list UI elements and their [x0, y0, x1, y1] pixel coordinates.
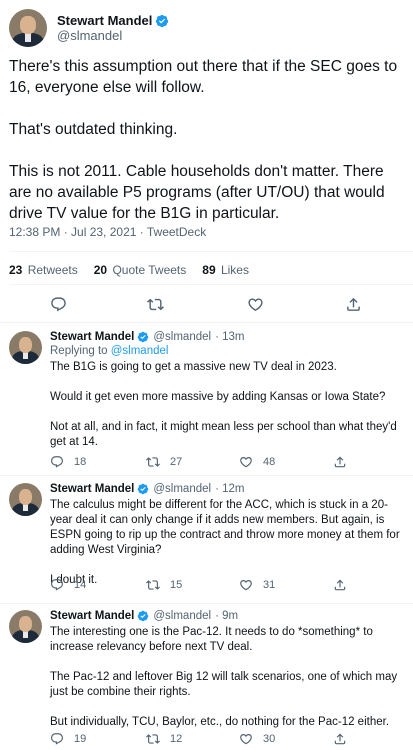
retweet-icon	[146, 580, 160, 590]
reply-count: 14	[74, 579, 87, 591]
tweet-age[interactable]: · 12m	[215, 483, 244, 495]
divider	[0, 322, 413, 323]
share-button[interactable]	[333, 578, 347, 592]
share-icon	[334, 733, 346, 745]
reply-count: 18	[74, 456, 87, 468]
replying-to: Replying to @slmandel	[50, 345, 169, 357]
tweet-paragraph: The calculus might be different for the …	[50, 499, 400, 556]
retweet-icon	[147, 298, 164, 311]
like-count: 48	[263, 456, 276, 468]
like-button[interactable]: 48	[239, 455, 275, 469]
divider	[9, 251, 413, 252]
tweet-paragraph: This is not 2011. Cable households don't…	[9, 163, 385, 222]
tweet-paragraph: The B1G is going to get a massive new TV…	[50, 361, 337, 373]
retweet-button[interactable]	[147, 296, 164, 313]
tweet-paragraph: That's outdated thinking.	[9, 121, 178, 138]
avatar[interactable]	[9, 331, 42, 364]
share-icon	[334, 456, 346, 468]
verified-badge-icon	[138, 610, 149, 622]
author-handle[interactable]: @slmandel	[153, 483, 211, 495]
author-name[interactable]: Stewart Mandel	[57, 13, 152, 28]
quote-tweets-stat[interactable]: 20 Quote Tweets	[94, 263, 187, 277]
reply-tweet[interactable]: Stewart Mandel @slmandel · 12m The calcu…	[0, 483, 413, 598]
tweet-stats: 23 Retweets 20 Quote Tweets 89 Likes	[9, 263, 265, 277]
tweet-age[interactable]: · 9m	[215, 610, 238, 622]
avatar[interactable]	[9, 9, 47, 47]
tweet-paragraph: The Pac-12 and leftover Big 12 will talk…	[50, 671, 398, 698]
author-handle[interactable]: @slmandel	[57, 28, 169, 43]
tweet-text: There's this assumption out there that i…	[9, 56, 409, 245]
like-icon	[240, 734, 252, 745]
share-button[interactable]	[345, 296, 362, 313]
verified-badge-icon	[138, 331, 149, 343]
reply-button[interactable]: 18	[50, 455, 86, 469]
like-button[interactable]: 30	[239, 732, 275, 746]
reply-tweet[interactable]: Stewart Mandel @slmandel · 13m Replying …	[0, 331, 413, 476]
reply-button[interactable]: 14	[50, 578, 86, 592]
tweet-paragraph: But individually, TCU, Baylor, etc., do …	[50, 716, 390, 728]
divider	[0, 475, 413, 476]
likes-stat[interactable]: 89 Likes	[202, 263, 249, 277]
retweets-stat[interactable]: 23 Retweets	[9, 263, 78, 277]
tweet-paragraph: There's this assumption out there that i…	[9, 58, 398, 96]
author-name[interactable]: Stewart Mandel	[50, 610, 134, 622]
reply-button[interactable]: 19	[50, 732, 86, 746]
retweet-icon	[146, 457, 160, 467]
like-icon	[248, 298, 263, 311]
retweet-button[interactable]: 27	[146, 455, 182, 469]
tweet-actions	[0, 294, 413, 316]
author-handle[interactable]: @slmandel	[153, 331, 211, 343]
retweet-button[interactable]: 15	[146, 578, 182, 592]
retweet-button[interactable]: 12	[146, 732, 182, 746]
reply-icon	[51, 733, 63, 745]
like-icon	[240, 457, 252, 468]
tweet-actions: 18 27 48	[50, 455, 350, 471]
reply-button[interactable]	[50, 296, 67, 313]
author-handle[interactable]: @slmandel	[153, 610, 211, 622]
share-button[interactable]	[333, 732, 347, 746]
tweet-actions: 19 12 30	[50, 732, 350, 748]
reply-icon	[51, 297, 66, 312]
verified-badge-icon	[156, 14, 169, 27]
like-count: 31	[263, 579, 276, 591]
tweet-timestamp[interactable]: 12:38 PM · Jul 23, 2021 · TweetDeck	[9, 225, 206, 239]
share-icon	[347, 297, 360, 311]
tweet-actions: 14 15 31	[50, 578, 350, 594]
reply-count: 19	[74, 733, 87, 745]
tweet-paragraph: Would it get even more massive by adding…	[50, 391, 386, 403]
share-button[interactable]	[333, 455, 347, 469]
share-icon	[334, 579, 346, 591]
like-button[interactable]	[247, 296, 264, 313]
tweet-header: Stewart Mandel @slmandel	[9, 9, 169, 47]
like-button[interactable]: 31	[239, 578, 275, 592]
tweet-text: The B1G is going to get a massive new TV…	[50, 360, 408, 450]
tweet-text: The calculus might be different for the …	[50, 498, 408, 588]
retweet-count: 12	[170, 733, 183, 745]
author-name[interactable]: Stewart Mandel	[50, 331, 134, 343]
divider	[9, 284, 413, 285]
tweet-age[interactable]: · 13m	[215, 331, 244, 343]
avatar[interactable]	[9, 483, 42, 516]
author-name[interactable]: Stewart Mandel	[50, 483, 134, 495]
tweet-paragraph: Not at all, and in fact, it might mean l…	[50, 421, 397, 448]
retweet-count: 15	[170, 579, 183, 591]
reply-icon	[51, 579, 63, 591]
reply-icon	[51, 456, 63, 468]
like-icon	[240, 580, 252, 591]
retweet-count: 27	[170, 456, 183, 468]
divider	[0, 603, 413, 604]
reply-tweet[interactable]: Stewart Mandel @slmandel · 9m The intere…	[0, 610, 413, 750]
verified-badge-icon	[138, 483, 149, 495]
tweet-text: The interesting one is the Pac-12. It ne…	[50, 625, 408, 730]
tweet-paragraph: The interesting one is the Pac-12. It ne…	[50, 626, 373, 653]
avatar[interactable]	[9, 610, 42, 643]
replying-to-link[interactable]: @slmandel	[111, 345, 169, 357]
like-count: 30	[263, 733, 276, 745]
retweet-icon	[146, 734, 160, 744]
